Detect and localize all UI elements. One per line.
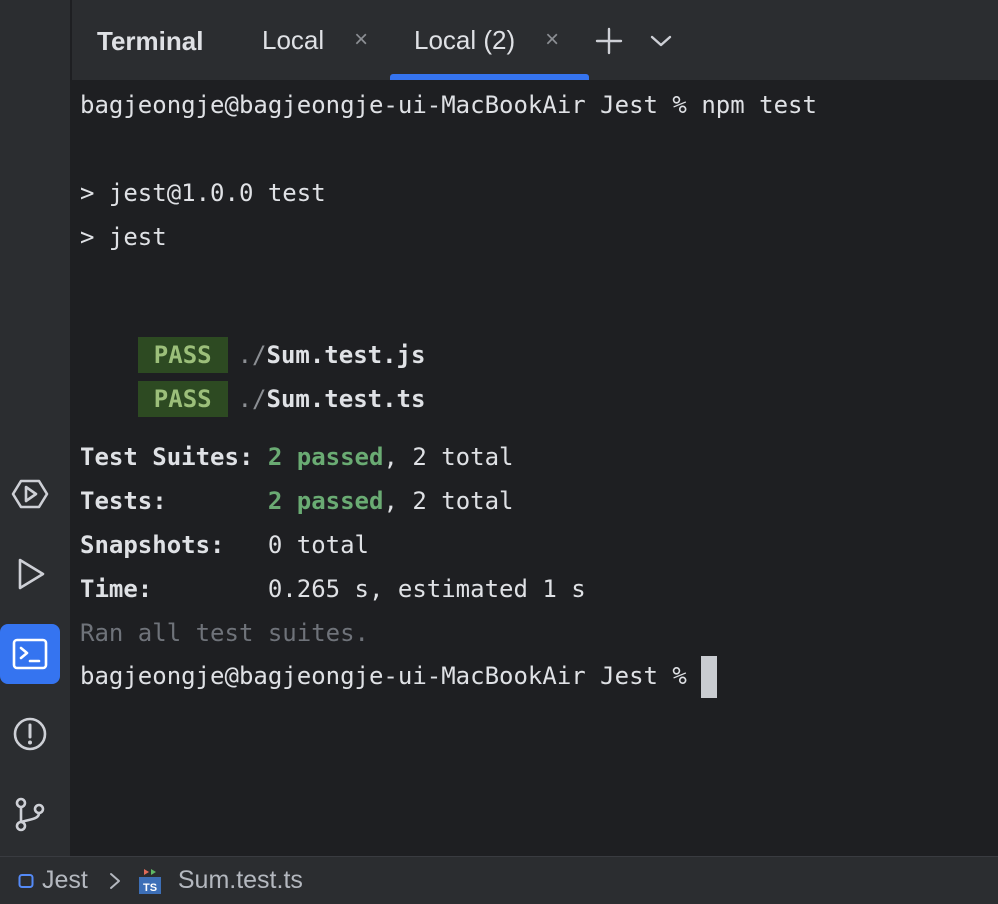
text-cursor bbox=[701, 656, 718, 698]
passed-count: 2 passed bbox=[267, 443, 384, 471]
tool-window-strip bbox=[0, 0, 71, 856]
ran-all-message: Ran all test suites. bbox=[80, 619, 369, 647]
terminal-tab-bar: Terminal Local × Local (2) × bbox=[72, 0, 998, 80]
summary-snapshots: Snapshots: 0 total bbox=[80, 530, 369, 560]
tab-options-button[interactable] bbox=[644, 24, 678, 58]
tab-local-2[interactable]: Local (2) × bbox=[390, 0, 590, 80]
breadcrumb-file[interactable]: TS Sum.test.ts bbox=[138, 866, 303, 896]
total-count: , 2 total bbox=[383, 487, 514, 515]
new-tab-button[interactable] bbox=[592, 24, 626, 58]
close-icon[interactable]: × bbox=[545, 28, 559, 52]
chevron-right-icon bbox=[109, 872, 120, 889]
summary-label: Tests: bbox=[80, 487, 167, 515]
file-path-prefix: ./ bbox=[237, 385, 267, 413]
chevron-down-icon bbox=[650, 35, 672, 47]
summary-suites: Test Suites: 2 passed, 2 total bbox=[80, 442, 513, 472]
total-count: , 2 total bbox=[383, 443, 514, 471]
tab-label: Local (2) bbox=[414, 24, 516, 55]
summary-tests: Tests: 2 passed, 2 total bbox=[80, 486, 514, 516]
passed-count: 2 passed bbox=[267, 487, 384, 515]
script-line: > jest@1.0.0 test bbox=[80, 179, 326, 207]
pass-badge: PASS bbox=[137, 381, 228, 417]
git-icon bbox=[15, 797, 45, 832]
services-tool-button[interactable] bbox=[0, 464, 60, 524]
script-line: > jest bbox=[80, 223, 167, 251]
module-icon bbox=[18, 873, 34, 888]
run-tool-button[interactable] bbox=[0, 544, 60, 604]
problems-icon bbox=[13, 717, 47, 751]
breadcrumb-label: Jest bbox=[42, 866, 88, 894]
time-value: 0.265 s, estimated 1 s bbox=[267, 575, 586, 603]
navigation-bar: Jest TS Sum.test.ts bbox=[0, 856, 998, 904]
services-icon bbox=[11, 479, 49, 509]
typescript-file-icon-text: TS bbox=[143, 882, 157, 894]
terminal-tool-button[interactable] bbox=[0, 624, 60, 684]
close-icon[interactable]: × bbox=[354, 28, 368, 52]
breadcrumb-label: Sum.test.ts bbox=[177, 866, 303, 894]
command-line: bagjeongje@bagjeongje-ui-MacBookAir Jest… bbox=[80, 91, 817, 119]
terminal-icon bbox=[12, 638, 48, 670]
plus-icon bbox=[595, 27, 623, 55]
terminal-output[interactable]: bagjeongje@bagjeongje-ui-MacBookAir Jest… bbox=[72, 80, 998, 856]
test-result-line: PASS ./Sum.test.ts bbox=[80, 351, 425, 447]
problems-tool-button[interactable] bbox=[0, 704, 60, 764]
run-icon bbox=[18, 558, 45, 590]
breadcrumb-project[interactable]: Jest bbox=[18, 866, 88, 895]
git-tool-button[interactable] bbox=[0, 784, 60, 844]
test-file-name: Sum.test.ts bbox=[266, 385, 426, 413]
summary-label: Test Suites: bbox=[80, 443, 254, 471]
typescript-file-icon: TS bbox=[138, 868, 161, 894]
summary-label: Snapshots: bbox=[80, 531, 225, 559]
tab-label: Local bbox=[262, 24, 325, 55]
summary-label: Time: bbox=[80, 575, 153, 603]
final-prompt-line[interactable]: bagjeongje@bagjeongje-ui-MacBookAir Jest… bbox=[80, 656, 718, 698]
terminal-title: Terminal bbox=[97, 26, 204, 56]
snapshots-value: 0 total bbox=[267, 531, 370, 559]
summary-time: Time: 0.265 s, estimated 1 s bbox=[80, 574, 586, 604]
prompt-text: bagjeongje@bagjeongje-ui-MacBookAir Jest… bbox=[80, 662, 702, 690]
tab-local[interactable]: Local × bbox=[262, 0, 368, 80]
